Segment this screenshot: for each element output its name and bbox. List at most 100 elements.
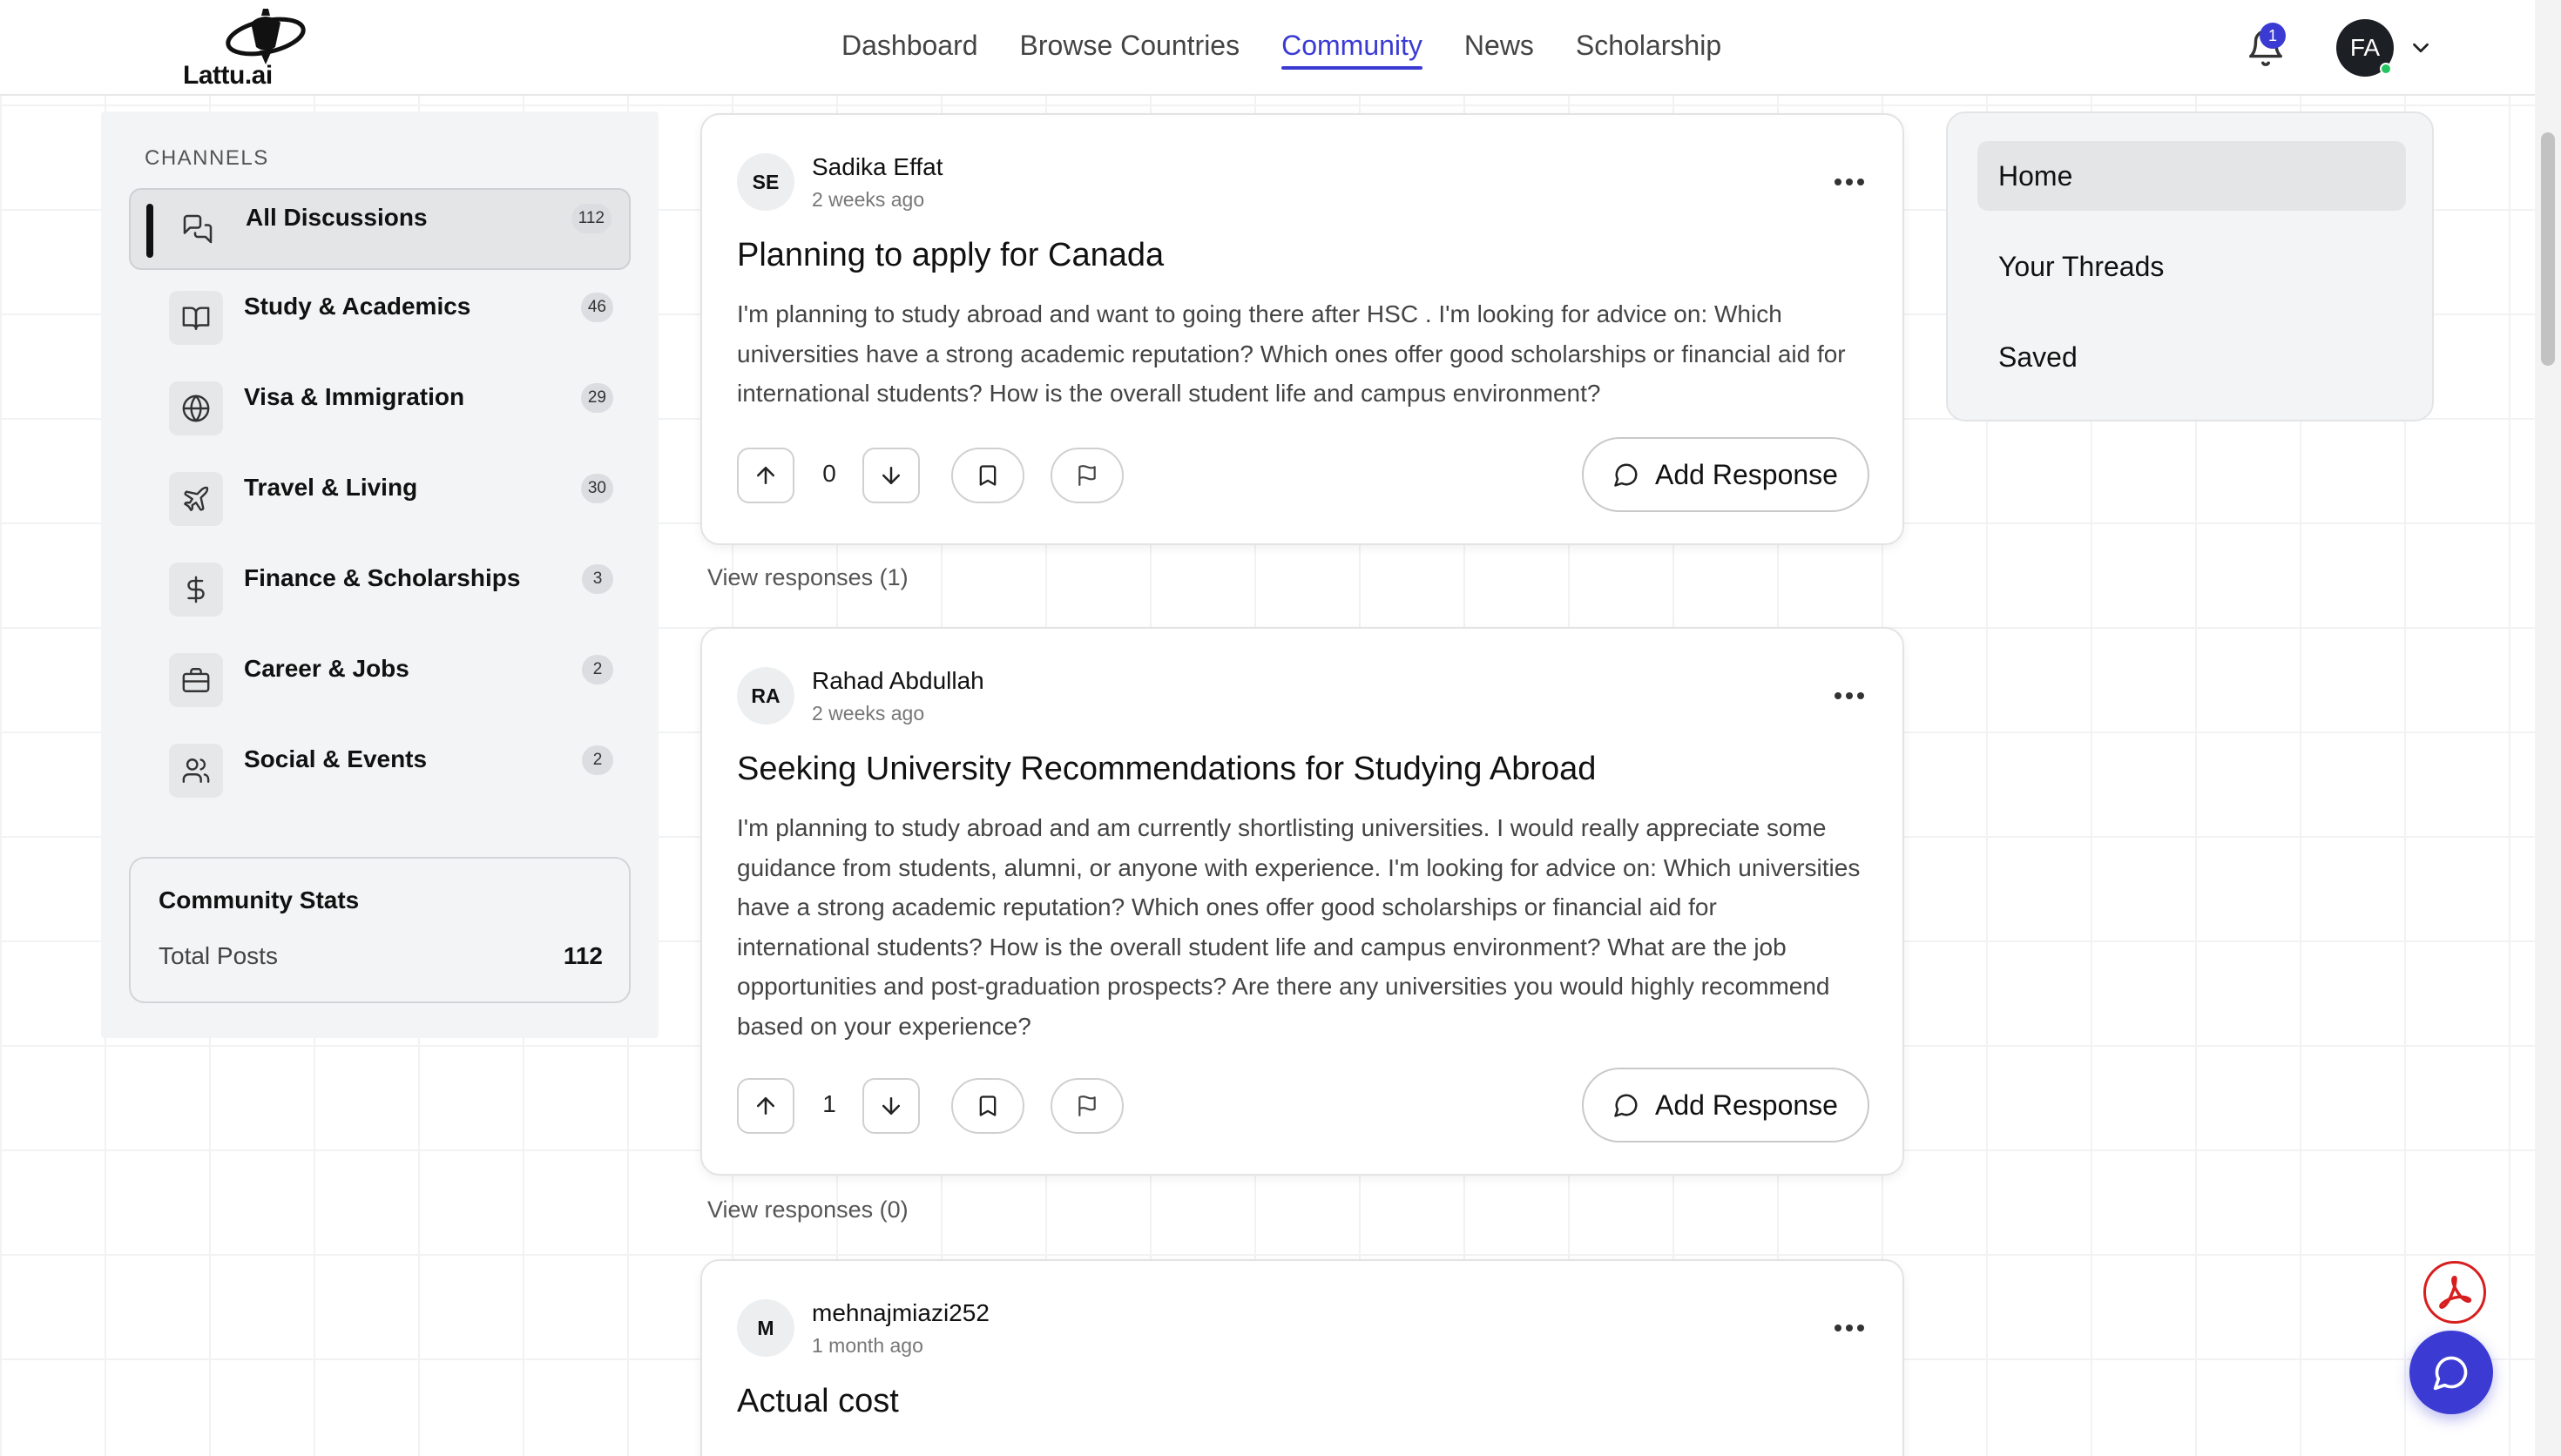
view-responses-link[interactable]: View responses (0) [707, 1196, 909, 1223]
post-time: 1 month ago [812, 1334, 923, 1357]
plane-icon [169, 472, 223, 526]
online-status-dot [2380, 63, 2392, 75]
filter-your-threads[interactable]: Your Threads [1977, 232, 2406, 301]
author-avatar[interactable]: SE [737, 153, 794, 211]
channel-count: 112 [571, 204, 612, 233]
report-button[interactable] [1051, 448, 1124, 503]
nav-community[interactable]: Community [1260, 26, 1443, 70]
channel-career-jobs[interactable]: Career & Jobs 2 [129, 641, 631, 723]
post-time: 2 weeks ago [812, 188, 925, 211]
downvote-button[interactable] [862, 1078, 920, 1134]
body-line: I'm planning to study abroad and want to… [737, 300, 1782, 327]
author-avatar[interactable]: RA [737, 667, 794, 725]
upvote-button[interactable] [737, 448, 794, 503]
channel-travel-living[interactable]: Travel & Living 30 [129, 460, 631, 542]
post-time: 2 weeks ago [812, 702, 925, 725]
add-response-button[interactable]: Add Response [1582, 1068, 1869, 1143]
post-actions: 0 Add Response [737, 437, 1869, 512]
more-options-icon[interactable] [1831, 1315, 1868, 1341]
bookmark-button[interactable] [951, 1078, 1024, 1134]
channel-label: All Discussions [246, 204, 428, 231]
channel-label: Travel & Living [244, 474, 418, 501]
scrollbar-thumb[interactable] [2541, 132, 2555, 366]
bookmark-button[interactable] [951, 448, 1024, 503]
more-options-icon[interactable] [1831, 683, 1868, 709]
briefcase-icon [169, 653, 223, 707]
nav-dashboard[interactable]: Dashboard [821, 26, 999, 70]
downvote-button[interactable] [862, 448, 920, 503]
filter-saved[interactable]: Saved [1977, 322, 2406, 392]
feed-filter-panel: Home Your Threads Saved [1946, 111, 2434, 421]
nav-scholarship[interactable]: Scholarship [1555, 26, 1742, 70]
arrow-up-icon [757, 1097, 774, 1115]
add-response-label: Add Response [1655, 458, 1838, 490]
more-options-icon[interactable] [1831, 169, 1868, 195]
globe-icon [169, 381, 223, 435]
channel-study-academics[interactable]: Study & Academics 46 [129, 279, 631, 361]
author-name[interactable]: Sadika Effat [812, 153, 943, 181]
body-line: international students? How is the overa… [737, 933, 1787, 961]
book-icon [169, 291, 223, 345]
post-body: I'm planning to study abroad and am curr… [737, 808, 1869, 1046]
logo-mark-icon [226, 9, 306, 64]
logo-text: Lattu.ai [183, 61, 273, 90]
nav-browse-countries[interactable]: Browse Countries [999, 26, 1261, 70]
channel-social-events[interactable]: Social & Events 2 [129, 731, 631, 813]
chat-support-icon[interactable] [2409, 1331, 2493, 1414]
channel-count: 2 [582, 655, 613, 684]
author-avatar[interactable]: M [737, 1299, 794, 1357]
post-body: I'm planning to study abroad and want to… [737, 294, 1869, 414]
body-line: guidance from students, alumni, or anyon… [737, 853, 1861, 881]
channel-count: 30 [580, 474, 613, 503]
filter-home[interactable]: Home [1977, 141, 2406, 211]
stats-title: Community Stats [159, 886, 360, 913]
nav-news[interactable]: News [1443, 26, 1555, 70]
message-circle-icon [1614, 1094, 1638, 1117]
arrow-down-icon [882, 467, 900, 484]
total-posts-value: 112 [563, 942, 603, 969]
upvote-button[interactable] [737, 1078, 794, 1134]
channel-count: 3 [582, 564, 613, 594]
post-title[interactable]: Actual cost [737, 1383, 899, 1420]
author-name[interactable]: Rahad Abdullah [812, 667, 984, 695]
post-title[interactable]: Seeking University Recommendations for S… [737, 751, 1596, 788]
community-stats-card: Community Stats Total Posts 112 [129, 857, 631, 1003]
vote-count: 1 [822, 1090, 836, 1117]
channel-all-discussions[interactable]: All Discussions 112 [129, 188, 631, 270]
report-button[interactable] [1051, 1078, 1124, 1134]
body-line: based on your experience? [737, 1012, 1031, 1040]
body-line: have a strong academic reputation? Which… [737, 893, 1717, 920]
bookmark-icon [979, 1095, 997, 1116]
vote-count: 0 [822, 460, 836, 487]
post-title[interactable]: Planning to apply for Canada [737, 237, 1164, 274]
add-response-label: Add Response [1655, 1089, 1838, 1121]
view-responses-link[interactable]: View responses (1) [707, 564, 909, 591]
channels-sidebar: CHANNELS All Discussions 112 Study & Aca… [101, 111, 659, 1038]
dollar-icon [169, 563, 223, 617]
post-actions: 1 Add Response [737, 1068, 1869, 1143]
channel-label: Finance & Scholarships [244, 564, 521, 591]
flag-icon [1078, 1095, 1096, 1116]
post-card: M mehnajmiazi252 1 month ago Actual cost [700, 1259, 1904, 1456]
pdf-icon[interactable] [2423, 1261, 2486, 1324]
channel-label: Study & Academics [244, 293, 471, 320]
chevron-down-icon[interactable] [2408, 35, 2434, 61]
logo[interactable]: Lattu.ai [183, 7, 314, 90]
channel-label: Visa & Immigration [244, 383, 465, 410]
body-line: I'm planning to study abroad and am curr… [737, 814, 1827, 841]
chat-icon [171, 202, 225, 256]
channel-label: Social & Events [244, 745, 428, 772]
arrow-down-icon [882, 1097, 900, 1115]
channel-visa-immigration[interactable]: Visa & Immigration 29 [129, 369, 631, 451]
flag-icon [1078, 465, 1096, 486]
active-indicator [146, 204, 153, 258]
channel-finance-scholarships[interactable]: Finance & Scholarships 3 [129, 550, 631, 632]
arrow-up-icon [757, 467, 774, 484]
body-line: international students? How is the overa… [737, 380, 1601, 407]
channels-heading: CHANNELS [145, 146, 269, 170]
top-navbar: Lattu.ai Dashboard Browse Countries Comm… [0, 0, 2535, 96]
post-card: SE Sadika Effat 2 weeks ago Planning to … [700, 113, 1904, 545]
author-name[interactable]: mehnajmiazi252 [812, 1299, 990, 1327]
notification-badge: 1 [2260, 23, 2286, 49]
add-response-button[interactable]: Add Response [1582, 437, 1869, 512]
